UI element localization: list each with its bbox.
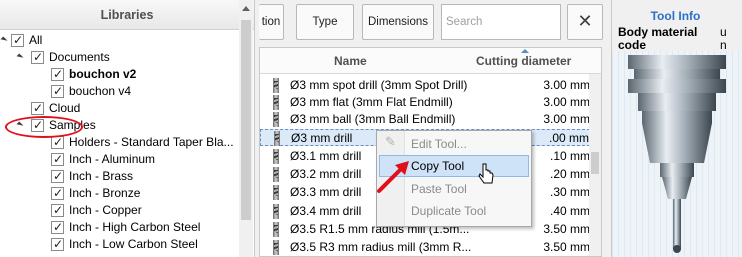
info-key-body-material: Body material	[618, 25, 698, 39]
annotation-circle	[5, 116, 83, 138]
tool-icon	[273, 112, 279, 127]
tool-row[interactable]: Ø3 mm spot drill (3mm Spot Drill) 3.00 m…	[260, 77, 590, 94]
tree-item-label: Inch - Aluminum	[69, 152, 156, 166]
tool-name: Ø3.4 mm drill	[290, 204, 362, 218]
menu-item-edit-tool[interactable]: Edit Tool...	[379, 133, 529, 155]
checkbox[interactable]	[11, 32, 24, 49]
clear-search-button[interactable]: ✕	[567, 4, 603, 40]
checkbox[interactable]	[51, 168, 64, 185]
tree-item-inch-aluminum[interactable]: Inch - Aluminum	[0, 151, 240, 168]
info-value-body-material: u	[720, 25, 727, 39]
tool-holder-preview	[628, 55, 726, 253]
checkbox[interactable]	[31, 100, 44, 117]
tree-item-label: Inch - Low Carbon Steel	[69, 237, 198, 251]
tree-item-bouchon-v4[interactable]: bouchon v4	[0, 83, 240, 100]
tool-name: Ø3 mm ball (3mm Ball Endmill)	[290, 112, 456, 126]
tool-icon	[273, 222, 279, 237]
column-header-name[interactable]: Name	[334, 54, 367, 68]
tool-icon	[273, 167, 279, 182]
checkbox[interactable]	[51, 66, 64, 83]
tool-icon	[273, 95, 279, 110]
checkbox[interactable]	[51, 151, 64, 168]
checkbox[interactable]	[51, 219, 64, 236]
checkbox[interactable]	[51, 236, 64, 253]
type-filter-button[interactable]: Type	[296, 4, 354, 40]
filter-button[interactable]: tion	[259, 4, 284, 40]
checkbox[interactable]	[51, 134, 64, 151]
libraries-header: Libraries	[0, 0, 254, 30]
scroll-thumb[interactable]	[241, 20, 251, 220]
tool-row[interactable]: Ø3.5 R3 mm radius mill (3mm R... 3.50 mm	[260, 239, 590, 256]
tree-item-label: Documents	[49, 50, 110, 64]
tree-item-all[interactable]: All	[0, 32, 240, 49]
tool-list-header: Name Cutting diameter	[260, 48, 601, 74]
tool-name: Ø3.1 mm drill	[290, 149, 362, 163]
tree-item-inch-copper[interactable]: Inch - Copper	[0, 202, 240, 219]
tree-item-label: bouchon v4	[69, 84, 132, 98]
tree-item-label: bouchon v2	[69, 67, 137, 81]
checkbox[interactable]	[51, 185, 64, 202]
dimensions-filter-button[interactable]: Dimensions	[362, 4, 434, 40]
tool-diameter: 3.00 mm	[543, 78, 590, 92]
tree-item-cloud[interactable]: Cloud	[0, 100, 240, 117]
tool-info-title: Tool Info	[650, 9, 701, 23]
tree-item-bouchon-v2[interactable]: bouchon v2	[0, 66, 240, 83]
tree-item-label: Cloud	[49, 101, 81, 115]
tool-icon	[273, 78, 279, 93]
tree-item-label: Holders - Standard Taper Bla...	[69, 135, 234, 149]
tool-name: Ø3.2 mm drill	[290, 167, 362, 181]
filter-toolbar: tion Type Dimensions Search ✕	[259, 2, 605, 42]
tree-item-inch-brass[interactable]: Inch - Brass	[0, 168, 240, 185]
tree-item-inch-bronze[interactable]: Inch - Bronze	[0, 185, 240, 202]
tool-icon	[273, 185, 279, 200]
column-header-diameter[interactable]: Cutting diameter	[476, 54, 571, 68]
tool-info-panel: Tool Info Body material u code n	[611, 0, 742, 257]
libraries-panel: Libraries All Documents bouchon v2 bouch…	[0, 0, 255, 257]
scroll-up-icon[interactable]	[242, 6, 250, 11]
tree-item-label: Inch - Bronze	[69, 186, 141, 200]
tool-row[interactable]: Ø3 mm ball (3mm Ball Endmill) 3.00 mm	[260, 111, 590, 128]
annotation-arrow-icon	[377, 161, 409, 193]
mouse-cursor-icon	[478, 163, 494, 184]
tool-list-scrollbar[interactable]	[589, 74, 601, 256]
expand-arrow-icon[interactable]	[0, 36, 8, 44]
tool-name: Ø3 mm drill	[291, 131, 353, 145]
checkbox[interactable]	[51, 83, 64, 100]
tool-row[interactable]: Ø3 mm flat (3mm Flat Endmill) 3.00 mm	[260, 94, 590, 111]
tree-item-inch-low-carbon-steel[interactable]: Inch - Low Carbon Steel	[0, 236, 240, 253]
tool-name: Ø3.3 mm drill	[290, 185, 362, 199]
tool-diameter: 3.50 mm	[543, 240, 590, 254]
tree-item-label: Inch - Brass	[69, 169, 134, 183]
tool-icon	[274, 131, 280, 146]
checkbox[interactable]	[51, 202, 64, 219]
menu-item-duplicate-tool[interactable]: Duplicate Tool	[379, 200, 529, 222]
tree-item-label: Inch - High Carbon Steel	[69, 220, 201, 234]
libraries-scrollbar[interactable]	[239, 0, 253, 257]
info-key-code: code	[618, 38, 647, 52]
tool-library-window: Libraries All Documents bouchon v2 bouch…	[0, 0, 742, 257]
tool-diameter: 3.00 mm	[543, 112, 590, 126]
tool-name: Ø3.5 R3 mm radius mill (3mm R...	[290, 240, 472, 254]
search-input[interactable]: Search	[441, 4, 561, 40]
tree-item-inch-high-carbon-steel[interactable]: Inch - High Carbon Steel	[0, 219, 240, 236]
tree-item-label: Inch - Copper	[69, 203, 142, 217]
tool-icon	[273, 149, 279, 164]
info-value-code: n	[720, 38, 727, 52]
tool-diameter: 3.00 mm	[543, 95, 590, 109]
tool-icon	[273, 240, 279, 255]
tool-name: Ø3 mm spot drill (3mm Spot Drill)	[290, 78, 468, 92]
close-icon: ✕	[577, 11, 593, 32]
tool-icon	[273, 204, 279, 219]
library-tree: All Documents bouchon v2 bouchon v4 Clou…	[0, 32, 240, 253]
expand-arrow-icon[interactable]	[16, 53, 24, 61]
checkbox[interactable]	[31, 49, 44, 66]
sort-ascending-icon	[521, 49, 529, 53]
tool-name: Ø3 mm flat (3mm Flat Endmill)	[290, 95, 453, 109]
scroll-thumb[interactable]	[591, 152, 599, 174]
tree-item-documents[interactable]: Documents	[0, 49, 240, 66]
tree-item-label: All	[29, 33, 43, 47]
